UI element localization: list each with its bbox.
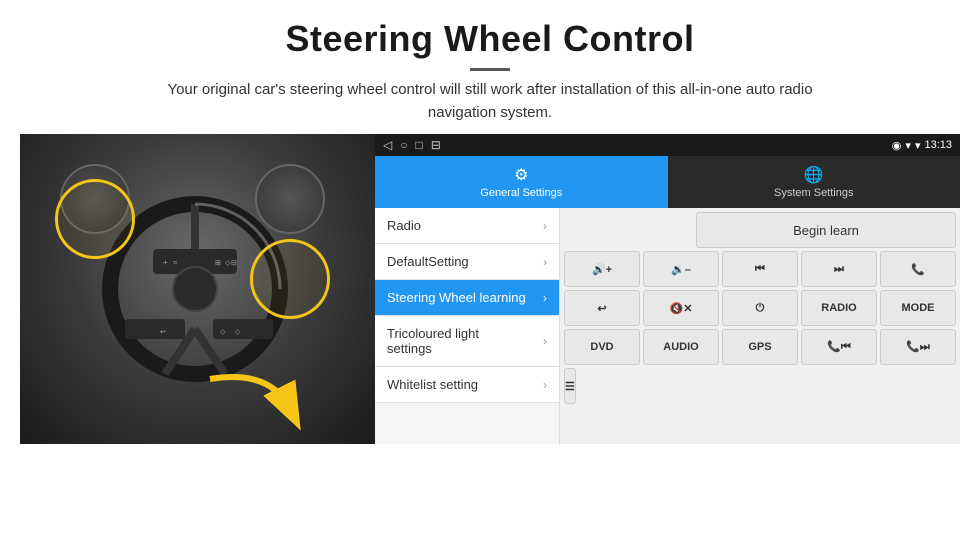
dvd-label: DVD: [590, 341, 613, 353]
back-btn[interactable]: ◁: [383, 138, 392, 152]
tel-next-button[interactable]: 📞⏭: [880, 329, 956, 365]
prev-track-button[interactable]: ⏮: [722, 251, 798, 287]
status-bar-right: ◉ ▾ ▾ 13:13: [892, 139, 952, 152]
screenshot-btn[interactable]: ⊟: [431, 138, 441, 152]
power-button[interactable]: ⏻: [722, 290, 798, 326]
signal-icon: ▾: [905, 139, 911, 152]
menu-item-steering-label: Steering Wheel learning: [387, 290, 526, 305]
chevron-icon-radio: ›: [543, 219, 547, 233]
tab-general[interactable]: ⚙ General Settings: [375, 156, 668, 208]
subtitle: Your original car's steering wheel contr…: [140, 79, 840, 124]
menu-item-radio-label: Radio: [387, 218, 421, 233]
menu-item-whitelist-label: Whitelist setting: [387, 377, 478, 392]
menu-list: Radio › DefaultSetting › Steering Wheel …: [375, 208, 560, 444]
btn-row-1: Begin learn: [564, 212, 956, 248]
audio-button[interactable]: AUDIO: [643, 329, 719, 365]
chevron-icon-default: ›: [543, 255, 547, 269]
android-ui-panel: ◁ ○ □ ⊟ ◉ ▾ ▾ 13:13 ⚙ General Settings: [375, 134, 960, 444]
empty-slot-1: [564, 212, 693, 248]
menu-item-default-label: DefaultSetting: [387, 254, 469, 269]
page-wrapper: Steering Wheel Control Your original car…: [0, 0, 980, 549]
chevron-icon-steering: ›: [543, 291, 547, 305]
audio-label: AUDIO: [663, 341, 698, 353]
vol-up-button[interactable]: 🔊+: [564, 251, 640, 287]
highlight-left: [55, 179, 135, 259]
prev-icon: ⏮: [755, 263, 765, 276]
yellow-arrow-svg: [190, 359, 310, 439]
vol-up-icon: 🔊+: [592, 263, 612, 276]
mute-icon: 🔇✕: [670, 302, 693, 315]
next-track-button[interactable]: ⏭: [801, 251, 877, 287]
list-icon: ☰: [565, 380, 575, 393]
radio-label: RADIO: [821, 302, 856, 314]
menu-item-whitelist[interactable]: Whitelist setting ›: [375, 367, 559, 403]
tab-system[interactable]: 🌐 System Settings: [668, 156, 961, 208]
mute-button[interactable]: 🔇✕: [643, 290, 719, 326]
svg-text:↩: ↩: [160, 329, 166, 336]
vol-down-button[interactable]: 🔉–: [643, 251, 719, 287]
general-settings-icon: ⚙: [514, 165, 528, 185]
call-icon: 📞: [911, 263, 925, 276]
menu-item-steering[interactable]: Steering Wheel learning ›: [375, 280, 559, 316]
chevron-icon-whitelist: ›: [543, 378, 547, 392]
header-section: Steering Wheel Control Your original car…: [0, 0, 980, 134]
steering-image-panel: + ≈ ↩ ⊞ ◇ ⊟ ◇ ◇: [20, 134, 375, 444]
settings-tabs: ⚙ General Settings 🌐 System Settings: [375, 156, 960, 208]
menu-item-tricolour[interactable]: Tricoloured lightsettings ›: [375, 316, 559, 367]
svg-text:◇: ◇: [220, 329, 226, 336]
status-bar-left: ◁ ○ □ ⊟: [383, 138, 441, 152]
recent-btn[interactable]: □: [415, 138, 422, 152]
btn-row-4: DVD AUDIO GPS 📞⏮ 📞⏭: [564, 329, 956, 365]
svg-text:≈: ≈: [173, 258, 178, 267]
dvd-button[interactable]: DVD: [564, 329, 640, 365]
location-icon: ◉: [892, 139, 902, 152]
time-display: 13:13: [924, 139, 952, 151]
system-settings-icon: 🌐: [804, 165, 824, 185]
tab-system-label: System Settings: [774, 187, 853, 199]
page-title: Steering Wheel Control: [20, 18, 960, 60]
main-content: + ≈ ↩ ⊞ ◇ ⊟ ◇ ◇: [0, 134, 980, 549]
steering-background: + ≈ ↩ ⊞ ◇ ⊟ ◇ ◇: [20, 134, 375, 444]
radio-button[interactable]: RADIO: [801, 290, 877, 326]
begin-learn-button[interactable]: Begin learn: [696, 212, 956, 248]
highlight-right: [250, 239, 330, 319]
call-button[interactable]: 📞: [880, 251, 956, 287]
tab-general-label: General Settings: [480, 187, 562, 199]
vol-down-icon: 🔉–: [671, 263, 691, 276]
btn-row-5: ☰: [564, 368, 956, 404]
tel-prev-icon: 📞⏮: [827, 340, 851, 354]
hang-up-icon: ↩: [597, 302, 606, 315]
svg-text:⊞: ⊞: [215, 260, 221, 267]
title-divider: [470, 68, 510, 71]
menu-item-tricolour-label: Tricoloured lightsettings: [387, 326, 479, 356]
gps-button[interactable]: GPS: [722, 329, 798, 365]
svg-text:⊟: ⊟: [231, 260, 237, 267]
gps-label: GPS: [748, 341, 771, 353]
home-btn[interactable]: ○: [400, 138, 407, 152]
list-button[interactable]: ☰: [564, 368, 576, 404]
btn-row-3: ↩ 🔇✕ ⏻ RADIO MODE: [564, 290, 956, 326]
buttons-area: Begin learn 🔊+ 🔉– ⏮: [560, 208, 960, 444]
tel-prev-button[interactable]: 📞⏮: [801, 329, 877, 365]
svg-text:+: +: [163, 258, 168, 267]
mode-button[interactable]: MODE: [880, 290, 956, 326]
btn-row-2: 🔊+ 🔉– ⏮ ⏭ 📞: [564, 251, 956, 287]
wifi-icon: ▾: [915, 139, 921, 152]
power-icon: ⏻: [756, 302, 765, 315]
mode-label: MODE: [902, 302, 935, 314]
svg-text:◇: ◇: [235, 329, 241, 336]
content-area: Radio › DefaultSetting › Steering Wheel …: [375, 208, 960, 444]
status-bar: ◁ ○ □ ⊟ ◉ ▾ ▾ 13:13: [375, 134, 960, 156]
menu-item-radio[interactable]: Radio ›: [375, 208, 559, 244]
hang-up-button[interactable]: ↩: [564, 290, 640, 326]
next-icon: ⏭: [834, 263, 844, 276]
menu-item-default[interactable]: DefaultSetting ›: [375, 244, 559, 280]
chevron-icon-tricolour: ›: [543, 334, 547, 348]
tel-next-icon: 📞⏭: [906, 340, 930, 354]
